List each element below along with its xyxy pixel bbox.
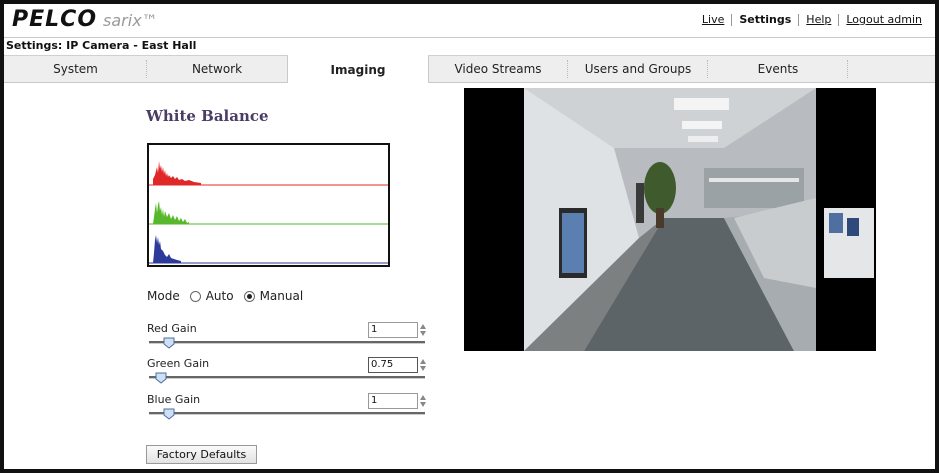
nav-logout-link[interactable]: Logout admin bbox=[839, 13, 929, 26]
tab-label: Events bbox=[757, 62, 799, 76]
mode-label: Mode bbox=[147, 289, 180, 303]
tab-label: Imaging bbox=[330, 63, 386, 77]
mode-selector: Mode Auto Manual bbox=[147, 289, 303, 303]
tab-system[interactable]: System bbox=[4, 56, 147, 82]
factory-defaults-button[interactable]: Factory Defaults bbox=[146, 445, 257, 464]
green-gain-slider-thumb[interactable] bbox=[155, 372, 167, 384]
mode-manual-radio[interactable] bbox=[243, 290, 255, 302]
green-gain-control: Green Gain 0.75 bbox=[147, 357, 427, 391]
tab-label: Users and Groups bbox=[584, 62, 692, 76]
tab-label: Video Streams bbox=[454, 62, 542, 76]
blue-gain-slider-track[interactable] bbox=[149, 412, 425, 415]
blue-gain-input[interactable]: 1 bbox=[368, 393, 418, 409]
nav-settings-link[interactable]: Settings bbox=[732, 13, 798, 26]
blue-gain-label: Blue Gain bbox=[147, 393, 201, 406]
blue-gain-slider-thumb[interactable] bbox=[163, 408, 175, 420]
mode-auto-radio[interactable] bbox=[189, 290, 201, 302]
mode-auto-label: Auto bbox=[205, 289, 234, 303]
red-gain-label: Red Gain bbox=[147, 322, 197, 335]
tab-events[interactable]: Events bbox=[708, 56, 848, 82]
tab-users-and-groups[interactable]: Users and Groups bbox=[568, 56, 708, 82]
rgb-histogram bbox=[147, 143, 390, 267]
tab-imaging[interactable]: Imaging bbox=[287, 55, 429, 83]
page-title-bar: Settings: IP Camera - East Hall bbox=[4, 37, 935, 55]
tab-label: System bbox=[53, 62, 98, 76]
header: PELCO sarix™ Live Settings Help Logout a… bbox=[4, 4, 935, 37]
green-gain-input[interactable]: 0.75 bbox=[368, 357, 418, 373]
tab-video-streams[interactable]: Video Streams bbox=[428, 56, 568, 82]
red-gain-spinner-icon[interactable] bbox=[419, 323, 427, 337]
mode-manual-label: Manual bbox=[259, 289, 304, 303]
nav-live-link[interactable]: Live bbox=[695, 13, 731, 26]
green-histogram bbox=[153, 201, 189, 224]
white-balance-title: White Balance bbox=[146, 107, 269, 125]
tab-network[interactable]: Network bbox=[147, 56, 287, 82]
red-gain-control: Red Gain 1 bbox=[147, 322, 427, 356]
camera-feed-image bbox=[464, 88, 876, 351]
green-gain-label: Green Gain bbox=[147, 357, 210, 370]
green-gain-spinner-icon[interactable] bbox=[419, 358, 427, 372]
tab-divider bbox=[847, 60, 848, 78]
red-gain-input[interactable]: 1 bbox=[368, 322, 418, 338]
page-title: Settings: IP Camera - East Hall bbox=[6, 39, 197, 52]
blue-gain-control: Blue Gain 1 bbox=[147, 393, 427, 427]
green-gain-slider-track[interactable] bbox=[149, 376, 425, 379]
histogram-graph bbox=[149, 161, 388, 264]
red-histogram bbox=[153, 161, 201, 185]
blue-histogram bbox=[153, 235, 181, 263]
tab-label: Network bbox=[191, 62, 243, 76]
blue-gain-spinner-icon[interactable] bbox=[419, 394, 427, 408]
tab-bar: System Network Imaging Video Streams Use… bbox=[4, 55, 935, 83]
pelco-logo: PELCO sarix™ bbox=[12, 7, 158, 33]
red-gain-slider-track[interactable] bbox=[149, 341, 425, 344]
red-gain-slider-thumb[interactable] bbox=[163, 337, 175, 349]
nav-help-link[interactable]: Help bbox=[799, 13, 838, 26]
hallway-scene bbox=[464, 88, 876, 351]
logo-main-text: PELCO bbox=[12, 7, 98, 32]
logo-sub-text: sarix™ bbox=[103, 11, 158, 30]
app-window: PELCO sarix™ Live Settings Help Logout a… bbox=[0, 0, 939, 473]
top-nav: Live Settings Help Logout admin bbox=[695, 13, 929, 26]
